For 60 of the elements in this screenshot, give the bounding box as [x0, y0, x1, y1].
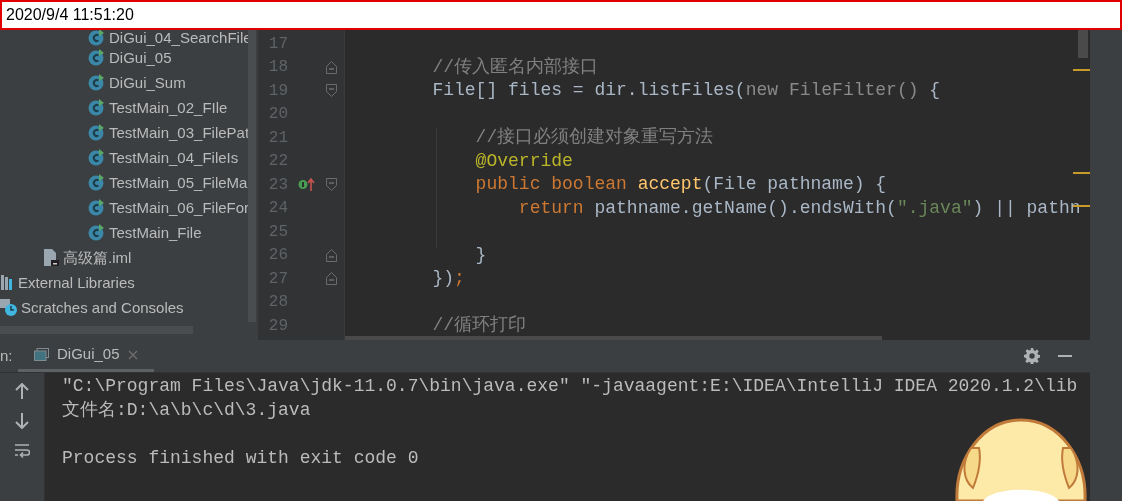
console-line: "C:\Program Files\Java\jdk-11.0.7\bin\java.exe" "-javaagent:E:\IDEA\IntelliJ IDEA 2020.1.2\lib: [62, 376, 1078, 396]
code-token: pathname.getName().endsWith(: [594, 196, 897, 220]
class-icon: [88, 199, 105, 216]
fold-icon[interactable]: [326, 84, 337, 98]
console-line: Process finished with exit code 0: [62, 448, 419, 468]
tree-item[interactable]: DiGui_Sum: [109, 74, 186, 91]
class-icon: [88, 149, 105, 166]
down-arrow-icon[interactable]: [15, 413, 29, 429]
fold-icon[interactable]: [326, 248, 337, 262]
tree-item[interactable]: External Libraries: [18, 274, 135, 291]
timestamp: 2020/9/4 11:51:20: [6, 5, 134, 25]
close-icon[interactable]: [127, 349, 138, 360]
panel-label: n:: [0, 345, 14, 366]
up-arrow-icon[interactable]: [15, 383, 29, 399]
code-token: File[] files = dir.listFiles(: [431, 79, 746, 103]
class-icon: [88, 124, 105, 141]
code-token: {: [928, 79, 941, 103]
code-comment: //接口必须创建对象重写方法: [474, 126, 714, 150]
code-token: ;: [454, 267, 465, 291]
code-token: new FileFilter(): [745, 79, 919, 103]
tree-item[interactable]: TestMain_06_FileFor: [109, 199, 250, 216]
class-icon: [88, 74, 105, 91]
code-token: }): [431, 267, 455, 291]
console-icon: [34, 348, 49, 361]
tree-item[interactable]: TestMain_05_FileMa: [109, 174, 248, 191]
code-token: }: [474, 243, 487, 267]
implements-icon[interactable]: [298, 178, 316, 192]
scrollbar[interactable]: [248, 30, 256, 322]
code-token: ) || pathn: [972, 196, 1081, 220]
scratches-icon: [0, 299, 17, 316]
console-line: 文件名:D:\a\b\c\d\3.java: [62, 400, 311, 420]
tree-item[interactable]: Scratches and Consoles: [21, 299, 184, 316]
class-icon: [88, 224, 105, 241]
tree-item[interactable]: DiGui_05: [109, 49, 172, 66]
scrollbar[interactable]: [1078, 30, 1088, 58]
tree-item[interactable]: TestMain_04_FileIs: [109, 149, 239, 166]
fold-icon[interactable]: [326, 272, 337, 286]
code-token: ".java": [896, 196, 973, 220]
settings-icon[interactable]: [1024, 348, 1040, 364]
tree-item[interactable]: TestMain_File: [109, 224, 202, 241]
class-icon: [88, 30, 105, 46]
tree-item[interactable]: 高级篇.iml: [63, 249, 132, 266]
class-icon: [88, 49, 105, 66]
code-token: return: [517, 196, 585, 220]
class-icon: [88, 99, 105, 116]
tree-item[interactable]: TestMain_02_FIle: [109, 99, 228, 116]
soft-wrap-icon[interactable]: [14, 443, 30, 459]
libraries-icon: [0, 275, 14, 290]
tree-item[interactable]: DiGui_04_SearchFile: [109, 30, 252, 46]
code-token: @Override: [474, 149, 573, 173]
fold-icon[interactable]: [326, 178, 337, 192]
code-token: (File pathname) {: [702, 173, 887, 197]
tree-item[interactable]: TestMain_03_FilePat: [109, 124, 250, 141]
code-comment: //循环打印: [431, 314, 527, 338]
code-token: public boolean: [474, 173, 628, 197]
fold-icon[interactable]: [326, 60, 337, 74]
code-token: accept: [637, 173, 703, 197]
class-icon: [88, 174, 105, 191]
file-icon: [44, 249, 59, 266]
code-comment: //传入匿名内部接口: [431, 55, 599, 79]
